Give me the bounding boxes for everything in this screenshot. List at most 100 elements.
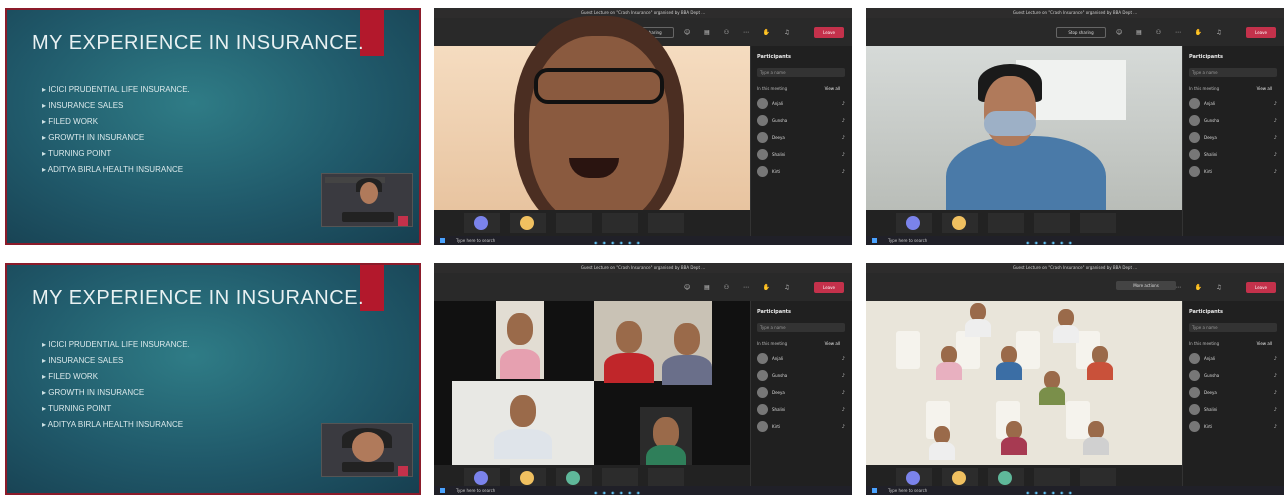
taskbar-icons[interactable]: ◉◉◉◉◉◉ [594,238,645,245]
participant-row[interactable]: Kirti ♪ [757,419,845,436]
pip-leave-button[interactable] [398,216,408,226]
student-body [1039,387,1065,405]
participant-search-input[interactable]: Type a name [1189,323,1277,332]
slide-bullet: FILED WORK [42,372,190,381]
participant-search-input[interactable]: Type a name [1189,68,1277,77]
view-all-link[interactable]: View all [825,341,840,346]
video-tile[interactable] [452,381,594,465]
video-tile[interactable] [594,301,712,385]
toolbar-icons[interactable]: ☺ ▤ ⚇ ⋯ ✋ ♫ [684,29,796,36]
student-body [1053,325,1079,343]
participants-panel: Participants Type a name In this meeting… [1182,46,1284,245]
video-tile[interactable] [510,468,546,488]
toolbar-icons[interactable]: ☺ ▤ ⚇ ⋯ ✋ ♫ [684,284,796,291]
taskbar: Type here to search ◉◉◉◉◉◉ [434,486,852,495]
taskbar-search[interactable]: Type here to search [888,238,927,243]
participant-row[interactable]: Kirti ♪ [1189,164,1277,181]
windows-icon[interactable] [872,238,877,243]
pip-controls[interactable] [342,212,394,222]
video-tile[interactable] [942,468,978,488]
video-tile[interactable] [988,468,1024,488]
window-title: Guest Lecture on "Crash Insurance" organ… [434,263,852,273]
avatar [1189,387,1200,398]
video-tile[interactable] [896,468,932,488]
participant-row[interactable]: Gunsha ♪ [1189,113,1277,130]
taskbar-icons[interactable]: ◉◉◉◉◉◉ [1026,238,1077,245]
video-tile[interactable] [496,301,544,379]
leave-button[interactable]: Leave [814,27,844,38]
participant-body [500,349,540,379]
windows-icon[interactable] [440,238,445,243]
avatar [520,216,534,230]
video-tile[interactable] [464,468,500,488]
participant-row[interactable]: Gunsha ♪ [1189,368,1277,385]
windows-icon[interactable] [872,488,877,493]
video-tile[interactable] [602,213,638,233]
mic-icon: ♪ [841,169,845,175]
avatar [757,387,768,398]
participant-name: Deeya [772,135,785,140]
video-tile[interactable] [942,213,978,233]
participant-row[interactable]: Anjali ♪ [1189,96,1277,113]
video-tile[interactable] [896,213,932,233]
view-all-link[interactable]: View all [1257,341,1272,346]
participant-row[interactable]: Shalini ♪ [1189,402,1277,419]
participant-name: Shalini [1204,407,1218,412]
participant-face [510,395,536,427]
participant-row[interactable]: Shalini ♪ [757,147,845,164]
mic-icon: ♪ [1273,101,1277,107]
participant-search-input[interactable]: Type a name [757,323,845,332]
view-all-link[interactable]: View all [1257,86,1272,91]
video-tile[interactable] [640,407,692,475]
participant-name: Shalini [772,152,786,157]
participant-name: Gunsha [772,118,788,123]
window-title: Guest Lecture on "Crash Insurance" organ… [866,8,1284,18]
participant-row[interactable]: Anjali ♪ [757,96,845,113]
taskbar-icons[interactable]: ◉◉◉◉◉◉ [1026,488,1077,495]
video-tile[interactable] [648,468,684,488]
taskbar-search[interactable]: Type here to search [456,488,495,493]
video-tile[interactable] [648,213,684,233]
picture-in-picture-video[interactable] [321,423,413,477]
video-tile[interactable] [1034,468,1070,488]
pip-leave-button[interactable] [398,466,408,476]
participant-row[interactable]: Gunsha ♪ [757,113,845,130]
video-tile[interactable] [510,213,546,233]
video-tile[interactable] [1080,213,1116,233]
video-tile[interactable] [1034,213,1070,233]
video-tile[interactable] [1080,468,1116,488]
participant-row[interactable]: Deeya ♪ [1189,130,1277,147]
participant-row[interactable]: Anjali ♪ [757,351,845,368]
participant-row[interactable]: Kirti ♪ [757,164,845,181]
video-tile[interactable] [556,468,592,488]
slide-title: MY EXPERIENCE IN INSURANCE. [32,287,365,309]
participant-row[interactable]: Anjali ♪ [1189,351,1277,368]
participant-row[interactable]: Shalini ♪ [1189,147,1277,164]
participant-search-input[interactable]: Type a name [757,68,845,77]
participant-row[interactable]: Deeya ♪ [1189,385,1277,402]
video-tile[interactable] [602,468,638,488]
taskbar-search[interactable]: Type here to search [456,238,495,243]
video-tile[interactable] [988,213,1024,233]
leave-button[interactable]: Leave [1246,282,1276,293]
participant-row[interactable]: Gunsha ♪ [757,368,845,385]
leave-button[interactable]: Leave [814,282,844,293]
slide-bullet-list: ICICI PRUDENTIAL LIFE INSURANCE. INSURAN… [42,85,190,181]
participant-row[interactable]: Shalini ♪ [757,402,845,419]
taskbar-search[interactable]: Type here to search [888,488,927,493]
pip-controls[interactable] [342,462,394,472]
windows-icon[interactable] [440,488,445,493]
video-tile[interactable] [556,213,592,233]
picture-in-picture-video[interactable] [321,173,413,227]
view-all-link[interactable]: View all [825,86,840,91]
participant-row[interactable]: Deeya ♪ [757,130,845,147]
taskbar-icons[interactable]: ◉◉◉◉◉◉ [594,488,645,495]
video-strip [434,210,750,236]
stop-sharing-button[interactable]: Stop sharing [1056,27,1106,38]
participant-row[interactable]: Kirti ♪ [1189,419,1277,436]
video-tile[interactable] [464,213,500,233]
student-body [1087,362,1113,380]
leave-button[interactable]: Leave [1246,27,1276,38]
participant-row[interactable]: Deeya ♪ [757,385,845,402]
toolbar-icons[interactable]: ☺ ▤ ⚇ ⋯ ✋ ♫ [1116,29,1228,36]
